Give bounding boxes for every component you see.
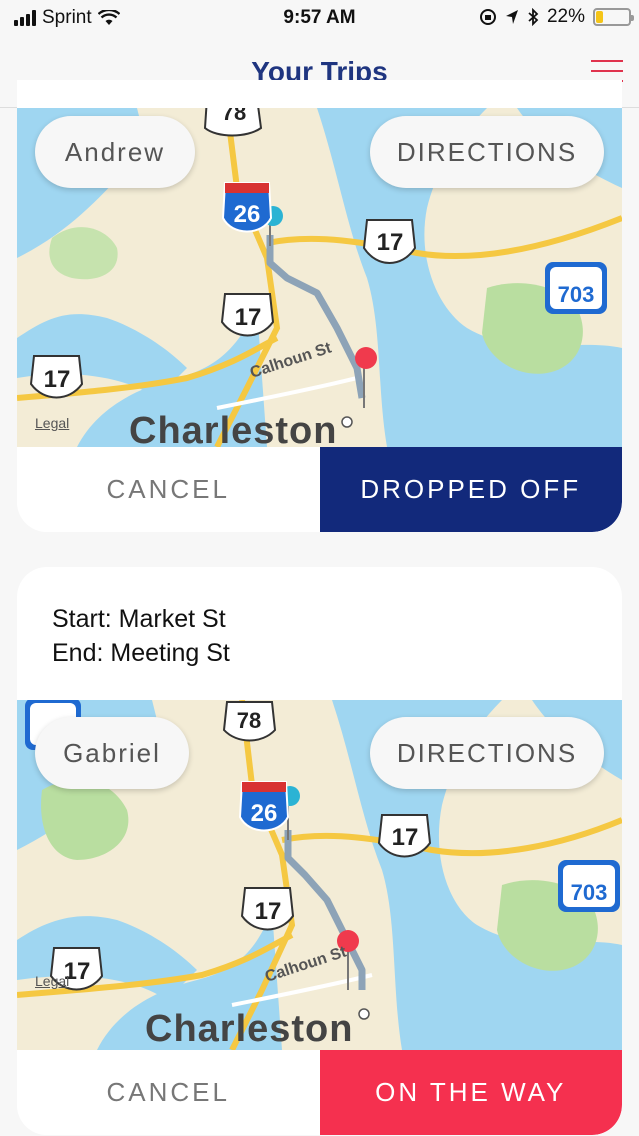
route-78-shield: 78: [222, 701, 277, 742]
map-legal-link[interactable]: Legal: [35, 973, 69, 989]
svg-text:703: 703: [571, 880, 608, 905]
route-17-shield: 17: [362, 219, 417, 264]
trip-action-row: CANCEL ON THE WAY: [17, 1050, 622, 1135]
route-78-shield: 78: [203, 108, 263, 137]
trip-map[interactable]: 78 26 17 17 17 703 Calhoun St Legal Char…: [17, 108, 622, 447]
route-17-shield: 17: [377, 814, 432, 858]
map-city-label: Charleston: [129, 410, 338, 447]
trip-card: 78 26 17 17 17 703 Calhoun St Legal Char…: [17, 80, 622, 532]
trip-start: Start: Market St: [52, 605, 226, 633]
svg-text:17: 17: [44, 366, 71, 393]
svg-text:26: 26: [251, 800, 278, 827]
battery-percent: 22%: [546, 6, 585, 27]
svg-text:78: 78: [237, 708, 261, 733]
trip-end: End: Meeting St: [52, 639, 230, 667]
cancel-button[interactable]: CANCEL: [17, 447, 320, 532]
bluetooth-icon: [528, 8, 539, 26]
svg-text:17: 17: [377, 229, 404, 256]
battery-icon: [593, 8, 634, 26]
svg-text:17: 17: [255, 898, 282, 925]
battery-level: [596, 11, 604, 23]
trip-route-info: Start: Market St End: Meeting St: [52, 602, 230, 670]
svg-text:78: 78: [222, 108, 246, 125]
hamburger-menu-icon[interactable]: [591, 60, 623, 82]
cancel-button[interactable]: CANCEL: [17, 1050, 320, 1135]
svg-text:703: 703: [558, 282, 595, 307]
dropped-off-button[interactable]: DROPPED OFF: [319, 447, 622, 532]
svg-text:17: 17: [235, 304, 262, 331]
svg-text:26: 26: [234, 201, 261, 228]
route-17-shield: 17: [220, 293, 275, 337]
on-the-way-button[interactable]: ON THE WAY: [319, 1050, 622, 1135]
map-city-label: Charleston: [145, 1008, 354, 1050]
svg-text:17: 17: [392, 824, 419, 851]
route-703-shield: 703: [558, 860, 620, 912]
map-legal-link[interactable]: Legal: [35, 415, 69, 431]
trip-card: Start: Market St End: Meeting St 78 26 1…: [17, 567, 622, 1135]
interstate-26-shield: 26: [238, 781, 290, 832]
interstate-26-shield: 26: [221, 182, 273, 233]
trip-action-row: CANCEL DROPPED OFF: [17, 447, 622, 532]
route-703-shield: 703: [545, 262, 607, 314]
status-bar: Sprint 9:57 AM 22%: [0, 0, 639, 38]
directions-button[interactable]: DIRECTIONS: [370, 116, 604, 188]
status-right: 22%: [479, 6, 634, 28]
route-17-shield: 17: [240, 887, 295, 931]
lock-rotation-icon: [479, 9, 496, 25]
directions-button[interactable]: DIRECTIONS: [370, 717, 604, 789]
route-17-shield: 17: [29, 355, 84, 399]
rider-name-badge: Gabriel: [35, 717, 189, 789]
trip-map[interactable]: 78 26 17 17 17 703 Calhoun St Legal Char…: [17, 700, 622, 1050]
rider-name-badge: Andrew: [35, 116, 195, 188]
location-arrow-icon: [505, 10, 518, 24]
